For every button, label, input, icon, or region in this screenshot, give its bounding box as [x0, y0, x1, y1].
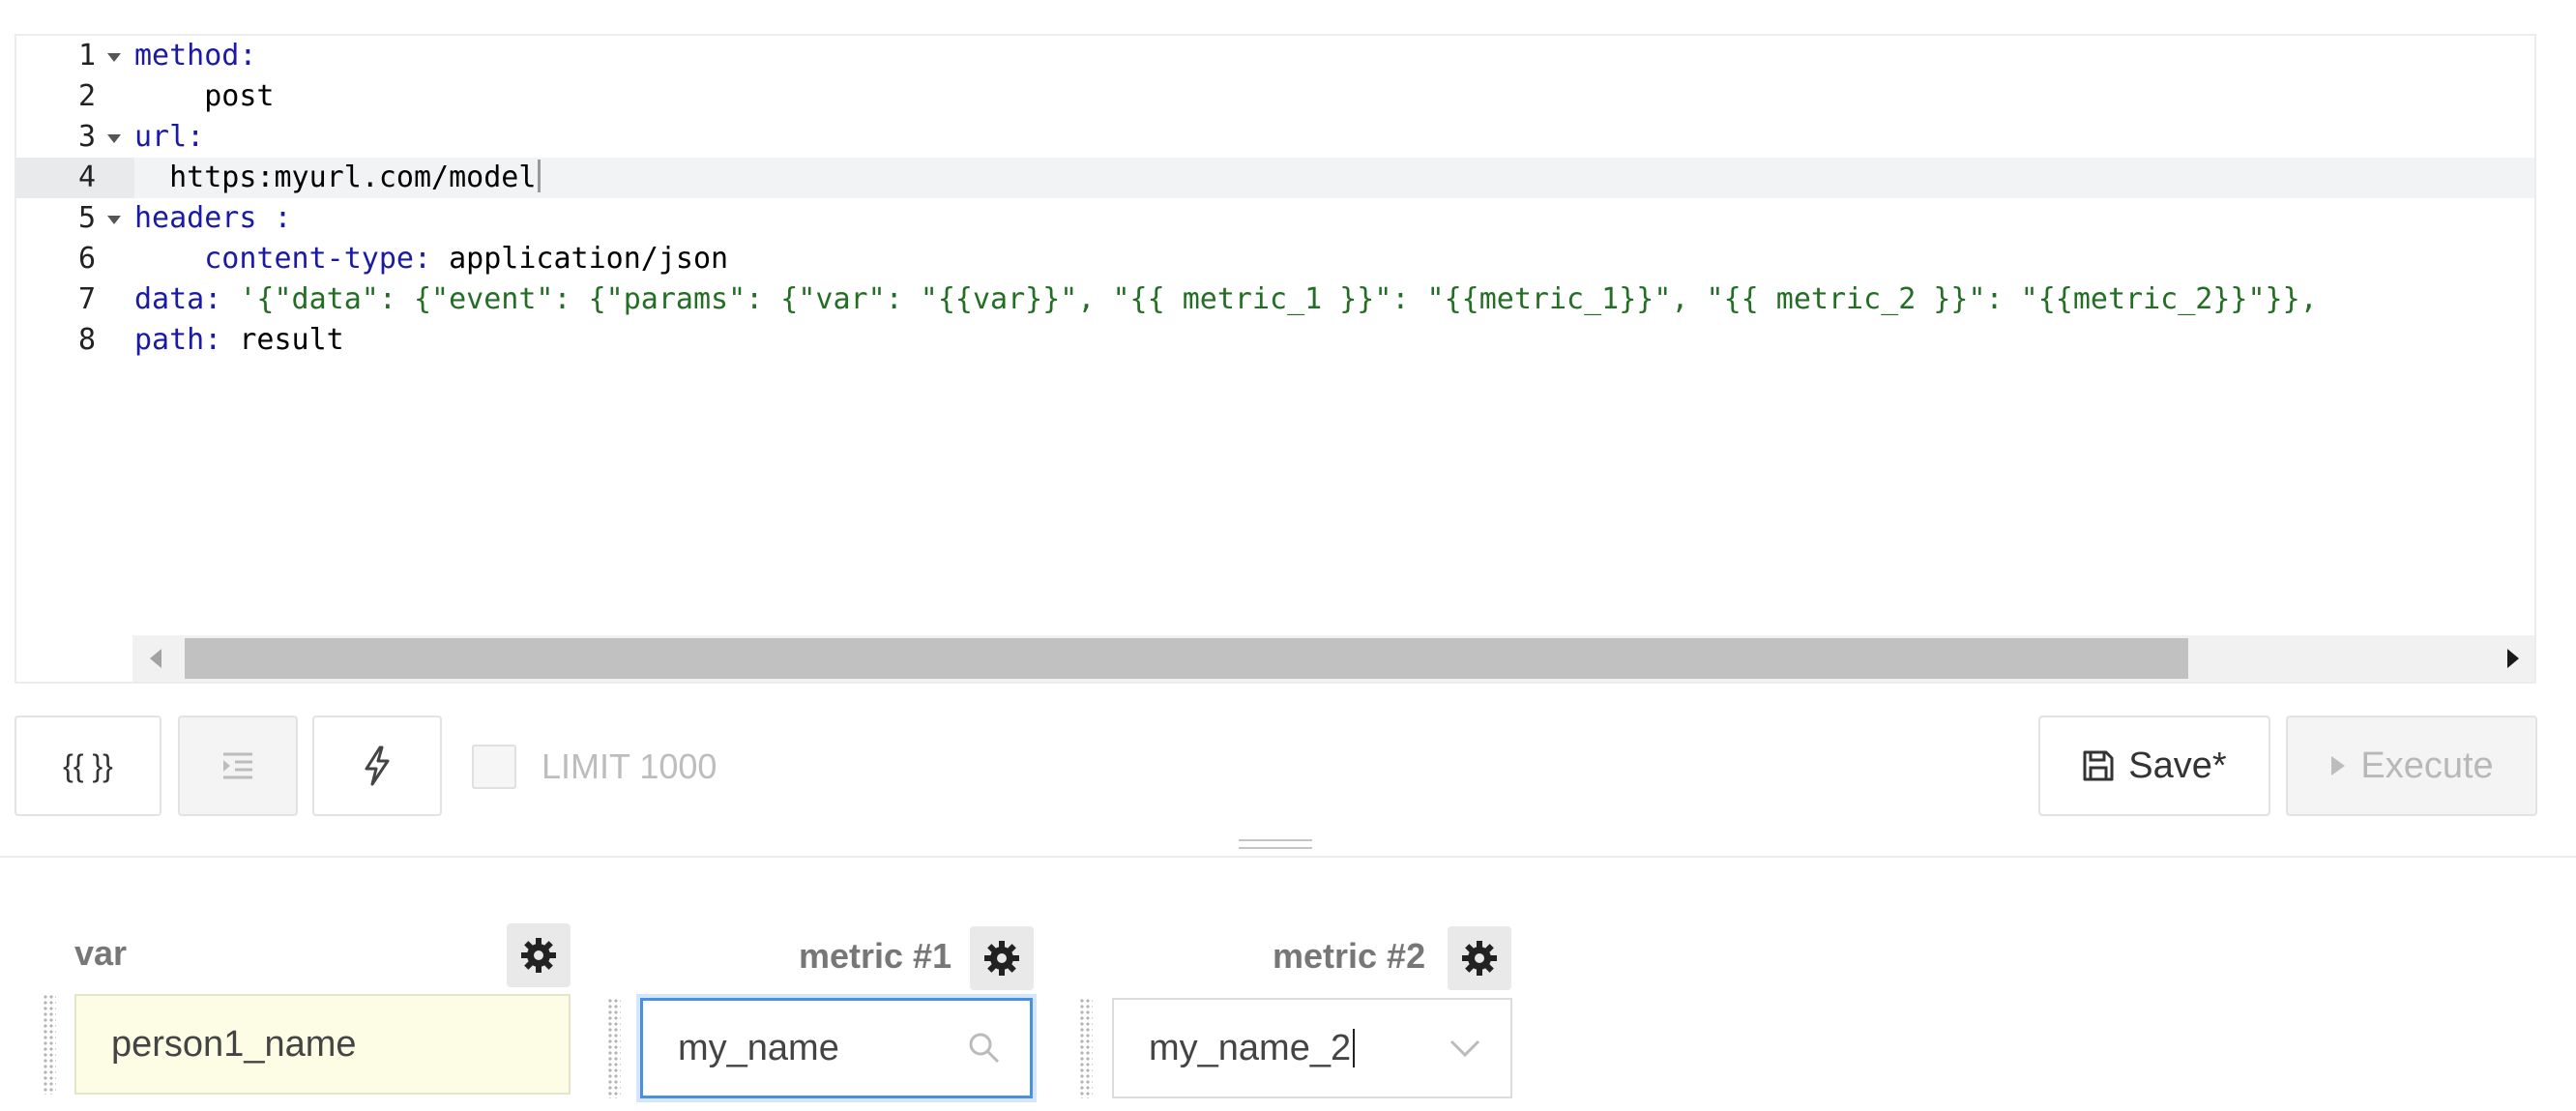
code-line-2[interactable]: post	[134, 76, 2534, 117]
param-value-metric-1: my_name	[678, 1027, 839, 1068]
indent-icon	[223, 752, 252, 779]
query-editor[interactable]: 1 2 3 4 5 6 7 8 method: post url: https:…	[15, 34, 2536, 684]
code-line-4[interactable]: https:myurl.com/model	[134, 158, 2534, 198]
gear-icon	[984, 941, 1019, 976]
lightning-bolt-icon	[365, 746, 390, 786]
gear-icon	[521, 938, 556, 973]
param-settings-button-metric-1[interactable]	[970, 926, 1034, 990]
gutter-line-8: 8	[77, 323, 96, 357]
text-cursor	[1353, 1029, 1356, 1067]
limit-checkbox[interactable]	[472, 745, 516, 789]
gutter-line-7: 7	[77, 282, 96, 316]
param-input-var[interactable]: person1_name	[74, 994, 571, 1095]
param-label-metric-1: metric #1	[799, 936, 952, 976]
gutter-line-6: 6	[77, 242, 96, 276]
code-line-6[interactable]: content-type: application/json	[134, 239, 2534, 279]
param-label-metric-2: metric #2	[1273, 936, 1426, 976]
gutter-line-2: 2	[77, 79, 96, 113]
search-icon	[969, 1033, 1000, 1064]
add-parameter-button[interactable]: {{ }}	[15, 716, 161, 816]
param-settings-button-metric-2[interactable]	[1448, 926, 1511, 990]
code-line-7[interactable]: data: '{"data": {"event": {"params": {"v…	[134, 279, 2534, 320]
template-braces-label: {{ }}	[63, 747, 113, 783]
gutter-line-3: 3	[16, 117, 134, 158]
code-line-8[interactable]: path: result	[134, 320, 2534, 361]
code-line-1[interactable]: method:	[134, 36, 2534, 76]
param-input-metric-1[interactable]: my_name	[640, 998, 1033, 1098]
play-icon	[2331, 756, 2346, 775]
save-button[interactable]: Save*	[2038, 716, 2270, 816]
autocomplete-toggle-button[interactable]	[312, 716, 442, 816]
horizontal-scrollbar[interactable]	[132, 635, 2534, 682]
gutter-line-1: 1	[16, 36, 134, 76]
code-area[interactable]: method: post url: https:myurl.com/model …	[134, 36, 2534, 682]
execute-button[interactable]: Execute	[2286, 716, 2537, 816]
scroll-right-arrow-icon[interactable]	[2507, 649, 2519, 668]
fold-arrow-icon[interactable]	[107, 134, 121, 143]
scrollbar-thumb[interactable]	[185, 638, 2188, 679]
param-drag-handle[interactable]	[43, 994, 56, 1095]
fold-arrow-icon[interactable]	[107, 53, 121, 62]
line-number-gutter: 1 2 3 4 5 6 7 8	[16, 36, 134, 682]
gutter-line-5: 5	[16, 198, 134, 239]
gear-icon	[1462, 941, 1497, 976]
code-line-5[interactable]: headers :	[134, 198, 2534, 239]
param-label-var: var	[74, 933, 128, 973]
format-query-button[interactable]	[178, 716, 298, 816]
param-value-metric-2: my_name_2	[1149, 1027, 1352, 1068]
fold-arrow-icon[interactable]	[107, 216, 121, 224]
execute-button-label: Execute	[2360, 745, 2494, 786]
param-drag-handle[interactable]	[607, 998, 621, 1098]
gutter-line-4: 4	[16, 158, 134, 198]
text-cursor	[538, 160, 542, 192]
param-select-metric-2[interactable]: my_name_2	[1112, 998, 1512, 1098]
save-disk-icon	[2083, 750, 2114, 781]
section-divider	[0, 856, 2576, 858]
param-drag-handle[interactable]	[1079, 998, 1093, 1098]
limit-label: LIMIT 1000	[542, 746, 717, 786]
param-settings-button-var[interactable]	[507, 923, 571, 987]
code-line-3[interactable]: url:	[134, 117, 2534, 158]
resize-handle[interactable]	[1239, 839, 1312, 849]
chevron-down-icon[interactable]	[1449, 1038, 1481, 1059]
param-value-var: person1_name	[111, 1023, 357, 1065]
save-button-label: Save*	[2128, 745, 2227, 786]
scroll-left-arrow-icon[interactable]	[150, 649, 161, 668]
